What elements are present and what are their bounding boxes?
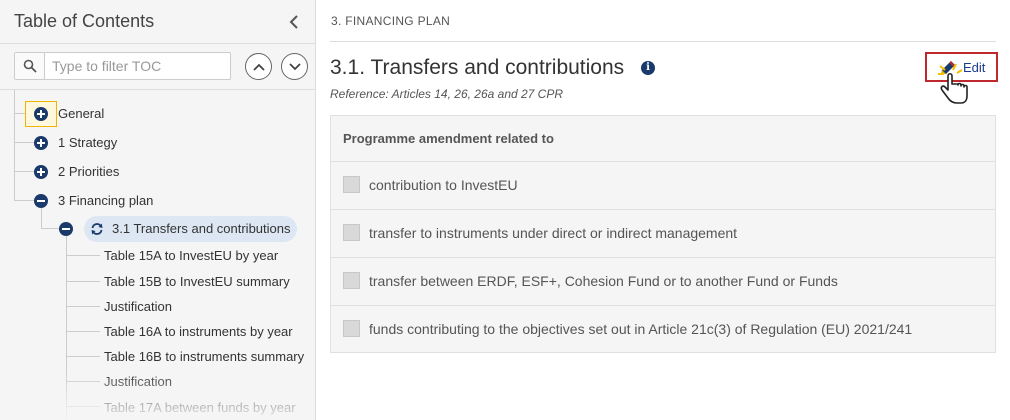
expand-icon[interactable] <box>34 136 48 150</box>
chevron-down-icon <box>289 63 301 71</box>
option-checkbox[interactable] <box>343 320 360 337</box>
collapse-sidebar-button[interactable] <box>284 10 304 34</box>
toc-filter-input[interactable] <box>46 53 230 79</box>
tree-connector <box>66 281 100 282</box>
option-checkbox[interactable] <box>343 224 360 241</box>
option-label: funds contributing to the objectives set… <box>369 321 913 337</box>
toc-sidebar: Table of Contents Type to filter TOC Gen… <box>0 0 316 420</box>
tree-connector <box>66 381 100 382</box>
section-label: 3. FINANCING PLAN <box>331 14 451 28</box>
expand-icon[interactable] <box>34 107 48 121</box>
next-match-button[interactable] <box>281 53 308 80</box>
panel-header-label: Programme amendment related to <box>343 131 554 146</box>
tree-connector <box>41 228 59 229</box>
panel-header: Programme amendment related to <box>331 116 995 162</box>
collapse-icon[interactable] <box>34 194 48 208</box>
toc-item-label: Table 16B to instruments summary <box>104 349 304 364</box>
toc-item-label: 3.1 Transfers and contributions <box>112 221 291 236</box>
toc-item-label: General <box>58 106 105 121</box>
amendment-panel: Programme amendment related to contribut… <box>330 115 996 353</box>
option-row: transfer between ERDF, ESF+, Cohesion Fu… <box>331 258 995 306</box>
toc-item-table-15b[interactable]: Table 15B to InvestEU summary <box>104 270 304 294</box>
option-row: transfer to instruments under direct or … <box>331 210 995 258</box>
toc-item-justification-2[interactable]: Justification <box>104 370 304 394</box>
toc-item-label: Table 15A to InvestEU by year <box>104 248 279 263</box>
tree-connector <box>14 171 36 172</box>
option-label: transfer between ERDF, ESF+, Cohesion Fu… <box>369 273 838 289</box>
toc-filter-row <box>0 44 315 90</box>
toc-item-strategy[interactable]: 1 Strategy <box>34 131 154 155</box>
toc-item-priorities[interactable]: 2 Priorities <box>34 160 154 184</box>
tree-connector <box>14 142 36 143</box>
reference-text: Reference: Articles 14, 26, 26a and 27 C… <box>330 87 564 101</box>
page-title: 3.1. Transfers and contributions <box>330 56 625 79</box>
chevron-left-icon <box>289 15 298 29</box>
hand-pointer-icon <box>938 63 968 104</box>
tree-connector <box>14 200 36 201</box>
option-label: transfer to instruments under direct or … <box>369 225 738 241</box>
tree-connector <box>66 236 67 420</box>
toc-item-label: Table 15B to InvestEU summary <box>104 274 290 289</box>
toc-item-financing-plan[interactable]: 3 Financing plan <box>34 189 174 213</box>
toc-item-transfers-contributions[interactable]: 3.1 Transfers and contributions <box>112 217 297 241</box>
previous-match-button[interactable] <box>245 53 272 80</box>
option-row: funds contributing to the objectives set… <box>331 306 995 354</box>
toc-item-table-15a[interactable]: Table 15A to InvestEU by year <box>104 244 304 268</box>
tree-connector <box>66 406 100 407</box>
tree-connector <box>14 90 15 200</box>
toc-item-table-17a[interactable]: Table 17A between funds by year <box>104 396 304 420</box>
toc-item-label: 3 Financing plan <box>58 193 154 208</box>
toc-item-label: 2 Priorities <box>58 164 120 179</box>
toc-item-table-16b[interactable]: Table 16B to instruments summary <box>104 345 304 369</box>
option-label: contribution to InvestEU <box>369 177 518 193</box>
search-icon <box>23 59 37 73</box>
tree-connector <box>66 255 100 256</box>
tree-connector <box>66 356 100 357</box>
toc-item-label: 1 Strategy <box>58 135 118 150</box>
collapse-icon[interactable] <box>59 222 73 236</box>
toc-item-label: Justification <box>104 299 172 314</box>
info-icon[interactable]: i <box>641 61 655 75</box>
chevron-up-icon <box>253 63 265 71</box>
search-icon-wrap <box>15 53 45 79</box>
toc-item-table-16a[interactable]: Table 16A to instruments by year <box>104 320 304 344</box>
tree-connector <box>66 306 100 307</box>
main-content: 3. FINANCING PLAN 3.1. Transfers and con… <box>317 0 1010 420</box>
toc-item-label: Table 17A between funds by year <box>104 400 296 415</box>
divider <box>330 41 996 42</box>
option-checkbox[interactable] <box>343 176 360 193</box>
toc-item-label: Justification <box>104 374 172 389</box>
refresh-icon <box>91 223 103 235</box>
toc-title: Table of Contents <box>14 11 155 31</box>
toc-filter-box <box>14 52 231 80</box>
option-row: contribution to InvestEU <box>331 162 995 210</box>
option-checkbox[interactable] <box>343 272 360 289</box>
toc-item-justification-1[interactable]: Justification <box>104 295 304 319</box>
tree-connector <box>66 331 100 332</box>
toc-header: Table of Contents <box>0 0 315 44</box>
toc-item-label: Table 16A to instruments by year <box>104 324 293 339</box>
toc-item-general[interactable]: General <box>34 102 154 126</box>
expand-icon[interactable] <box>34 165 48 179</box>
